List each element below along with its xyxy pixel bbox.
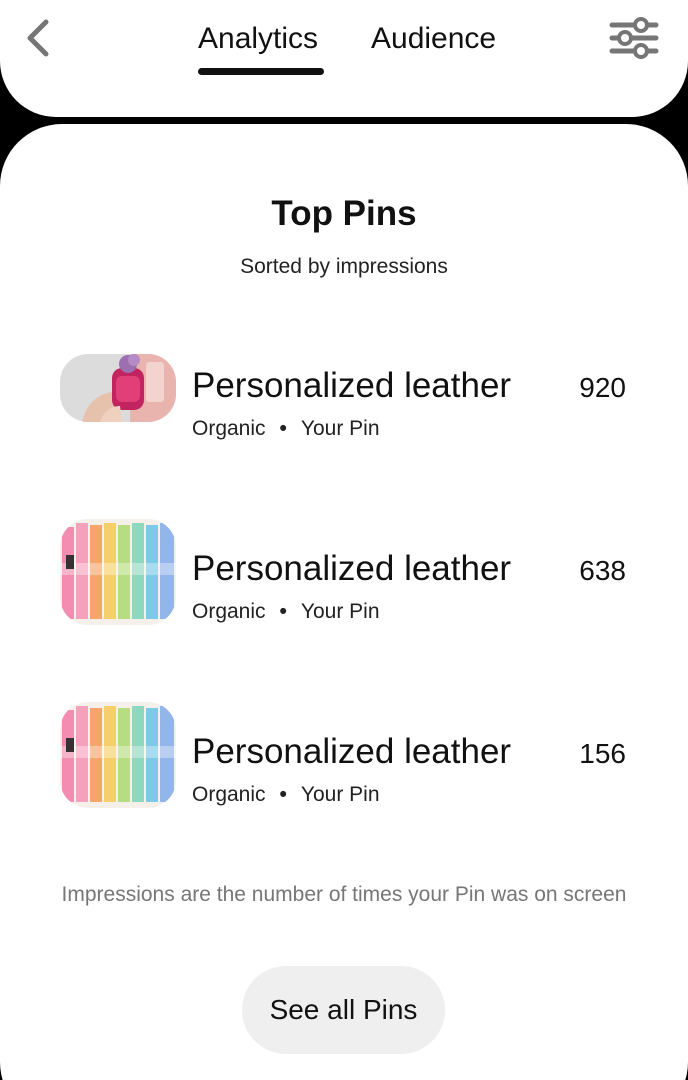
pin-row[interactable]: Personalized leather Organic • Your Pin 15… [0,702,688,812]
pin-thumbnail [60,702,176,808]
pin-source: Organic [192,600,266,623]
see-all-pins-button[interactable]: See all Pins [242,966,445,1054]
pin-source: Organic [192,417,266,440]
pin-thumbnail [60,519,176,625]
pin-title: Personalized leather [192,549,512,588]
card-title: Top Pins [271,194,417,233]
pin-impressions: 156 [579,738,626,769]
back-button[interactable] [18,14,62,66]
pin-meta: Organic • Your Pin [192,417,380,441]
top-pins-card: Top Pins Sorted by impressions Personali… [0,124,688,1080]
top-bar: Analytics Audience [0,0,688,117]
pin-meta: Organic • Your Pin [192,783,380,807]
pin-meta: Organic • Your Pin [192,600,380,624]
chevron-left-icon [27,19,49,57]
analytics-screen: Analytics Audience Top Pins Sorted by im… [0,0,688,1080]
pin-impressions: 638 [579,555,626,586]
card-subtitle: Sorted by impressions [240,255,448,278]
tab-audience[interactable]: Audience [371,22,496,56]
pin-owner: Your Pin [300,783,380,806]
pin-owner: Your Pin [300,417,380,440]
separator-dot: • [279,417,287,440]
pin-source: Organic [192,783,266,806]
separator-dot: • [279,783,287,806]
impressions-footnote: Impressions are the number of times your… [61,883,627,906]
pin-row[interactable]: Personalized leather Organic • Your Pin 92… [0,344,688,454]
pin-owner: Your Pin [300,600,380,623]
pin-title: Personalized leather [192,732,512,771]
tab-analytics[interactable]: Analytics [198,22,318,56]
tab-active-indicator [198,68,324,75]
separator-dot: • [279,600,287,623]
sliders-icon [609,17,659,59]
pin-row[interactable]: Personalized leather Organic • Your Pin 63… [0,519,688,629]
filter-button[interactable] [608,14,660,64]
pin-impressions: 920 [579,372,626,403]
pin-title: Personalized leather [192,366,512,405]
pin-thumbnail [60,354,176,422]
